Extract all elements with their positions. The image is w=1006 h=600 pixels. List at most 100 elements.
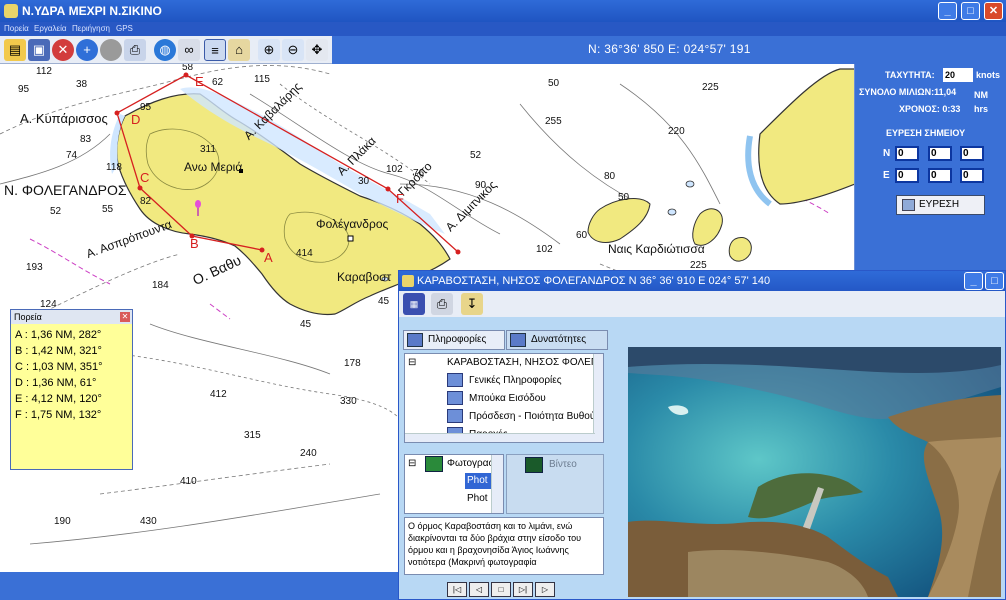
map-icon[interactable]: ▦ <box>403 293 425 315</box>
application-window: Ν.ΥΔΡΑ ΜΕΧΡΙ Ν.ΣΙΚΙΝΟ _ □ ✕ Πορεία Εργαλ… <box>0 0 1006 600</box>
depth-label: 311 <box>200 144 216 155</box>
waypoint-e[interactable]: E <box>195 74 204 89</box>
compass-icon[interactable]: ⌂ <box>228 39 250 61</box>
binoculars-icon[interactable]: ∞ <box>178 39 200 61</box>
info-item-icon <box>447 373 463 387</box>
close-button[interactable]: ✕ <box>984 2 1003 20</box>
stop-icon[interactable]: ✕ <box>52 39 74 61</box>
depth-label: 193 <box>26 262 43 273</box>
time-unit: hrs <box>974 104 989 114</box>
folder-icon[interactable]: ▤ <box>4 39 26 61</box>
depth-label: 112 <box>36 66 52 77</box>
cursor-coordinates: N: 36°36' 850 E: 024°57' 191 <box>588 42 751 56</box>
course-close-button[interactable]: ✕ <box>120 312 130 322</box>
tab-info-label: Πληροφορίες <box>428 334 487 345</box>
north-degrees-input[interactable]: 0 <box>895 146 919 161</box>
nav-prev-button[interactable]: ◁ <box>469 582 489 597</box>
tree-header[interactable]: ΚΑΡΑΒΟΣΤΑΣΗ, ΝΗΣΟΣ ΦΟΛΕΓΑ <box>447 357 602 368</box>
waypoint-f[interactable]: F <box>396 191 404 206</box>
zoom-in-icon[interactable]: ⊕ <box>258 39 280 61</box>
maximize-button[interactable]: □ <box>961 2 980 20</box>
east-seconds-input[interactable]: 0 <box>960 168 984 183</box>
toolbar: ▤ ▣ ✕ + ⎙ ◍ ∞ ≡ ⌂ ⊕ ⊖ ✥ <box>0 36 332 64</box>
waypoint-a[interactable]: A <box>264 250 273 265</box>
nav-next-button[interactable]: ▷ <box>535 582 555 597</box>
photo-collapse-icon[interactable]: ⊟ <box>408 458 416 469</box>
menu-tools[interactable]: Εργαλεία <box>34 24 66 33</box>
tab-info[interactable]: Πληροφορίες <box>403 330 505 350</box>
tree-item[interactable]: Μπούκα Εισόδου <box>469 393 546 404</box>
waypoint-c[interactable]: C <box>140 170 149 185</box>
waypoint-d[interactable]: D <box>131 112 140 127</box>
depth-label: 52 <box>50 206 62 217</box>
label-folegandros-town: Φολέγανδρος <box>316 217 389 231</box>
minimize-button[interactable]: _ <box>938 2 957 20</box>
depth-label: 45 <box>378 296 390 307</box>
depth-label: 95 <box>140 102 152 113</box>
find-button[interactable]: ΕΥΡΕΣΗ <box>896 195 985 215</box>
depth-label: 82 <box>140 196 152 207</box>
title-bar: Ν.ΥΔΡΑ ΜΕΧΡΙ Ν.ΣΙΚΙΝΟ _ □ ✕ <box>0 0 1006 22</box>
info-item-icon <box>447 391 463 405</box>
port-info-title: ΚΑΡΑΒΟΣΤΑΣΗ, ΝΗΣΟΣ ΦΟΛΕΓΑΝΔΡΟΣ N 36° 36'… <box>417 275 771 287</box>
nav-last-button[interactable]: ▷| <box>513 582 533 597</box>
photo-item[interactable]: Phot <box>467 493 488 504</box>
photo-scrollbar[interactable] <box>491 455 503 513</box>
north-minutes-input[interactable]: 0 <box>928 146 952 161</box>
sikinos-island <box>758 68 854 205</box>
speed-unit: knots <box>976 70 1001 80</box>
port-info-window: ΚΑΡΑΒΟΣΤΑΣΗ, ΝΗΣΟΣ ΦΟΛΕΓΑΝΔΡΟΣ N 36° 36'… <box>398 270 1006 600</box>
tree-item[interactable]: Πρόσδεση - Ποιότητα Βυθού <box>469 411 595 422</box>
waypoint-b[interactable]: B <box>190 236 199 251</box>
record-icon[interactable] <box>100 39 122 61</box>
tree-collapse-icon[interactable]: ⊟ <box>408 357 416 368</box>
description-text: Ο όρμος Καραβοστάση και το λιμάνι, ενώ δ… <box>404 517 604 575</box>
depth-label: 50 <box>548 78 560 89</box>
nav-stop-button[interactable]: □ <box>491 582 511 597</box>
tree-hscrollbar[interactable] <box>405 433 595 442</box>
course-leg[interactable]: A : 1,36 NM, 282° <box>15 329 101 341</box>
east-degrees-input[interactable]: 0 <box>895 168 919 183</box>
tab-services[interactable]: Δυνατότητες <box>506 330 608 350</box>
pan-icon[interactable]: ✥ <box>306 39 328 61</box>
nav-first-button[interactable]: |◁ <box>447 582 467 597</box>
depth-label: 184 <box>152 280 169 291</box>
menu-browse[interactable]: Περιήγηση <box>72 24 110 33</box>
depth-label: 52 <box>470 150 482 161</box>
course-leg[interactable]: E : 4,12 NM, 120° <box>15 393 102 405</box>
label-kardiotissa: Ναις Καρδιώτισσα <box>608 242 705 256</box>
globe-icon[interactable]: ◍ <box>154 39 176 61</box>
print-icon[interactable]: ⎙ <box>431 293 453 315</box>
north-seconds-input[interactable]: 0 <box>960 146 984 161</box>
print-icon[interactable]: ⎙ <box>124 39 146 61</box>
course-leg[interactable]: D : 1,36 NM, 61° <box>15 377 96 389</box>
menu-course[interactable]: Πορεία <box>4 24 29 33</box>
tab-services-label: Δυνατότητες <box>531 334 587 345</box>
depth-label: 115 <box>254 74 270 85</box>
tree-scrollbar[interactable] <box>593 354 603 442</box>
depth-label: 90 <box>475 180 487 191</box>
depth-label: 102 <box>536 244 553 255</box>
info-minimize-button[interactable]: _ <box>964 272 983 290</box>
tree-item[interactable]: Γενικές Πληροφορίες <box>469 375 562 386</box>
kardiotissa-islet <box>587 198 651 243</box>
add-icon[interactable]: + <box>76 39 98 61</box>
info-maximize-button[interactable]: □ <box>985 272 1004 290</box>
ruler-icon[interactable]: ≡ <box>204 39 226 61</box>
north-label: N <box>883 148 891 159</box>
harbor-photo <box>628 347 1001 597</box>
course-leg[interactable]: B : 1,42 NM, 321° <box>15 345 102 357</box>
zoom-out-icon[interactable]: ⊖ <box>282 39 304 61</box>
course-leg[interactable]: C : 1,03 NM, 351° <box>15 361 103 373</box>
speed-input[interactable]: 20 <box>943 68 973 82</box>
east-minutes-input[interactable]: 0 <box>928 168 952 183</box>
course-leg[interactable]: F : 1,75 NM, 132° <box>15 409 101 421</box>
depth-label: 58 <box>182 64 194 73</box>
depth-label: 190 <box>54 516 71 527</box>
depth-label: 414 <box>296 248 313 259</box>
photos-label: Φωτογραφ <box>447 458 495 469</box>
video-list: Βίντεο <box>506 454 604 514</box>
save-icon[interactable]: ▣ <box>28 39 50 61</box>
menu-gps[interactable]: GPS <box>116 24 133 33</box>
export-icon[interactable]: ↧ <box>461 293 483 315</box>
